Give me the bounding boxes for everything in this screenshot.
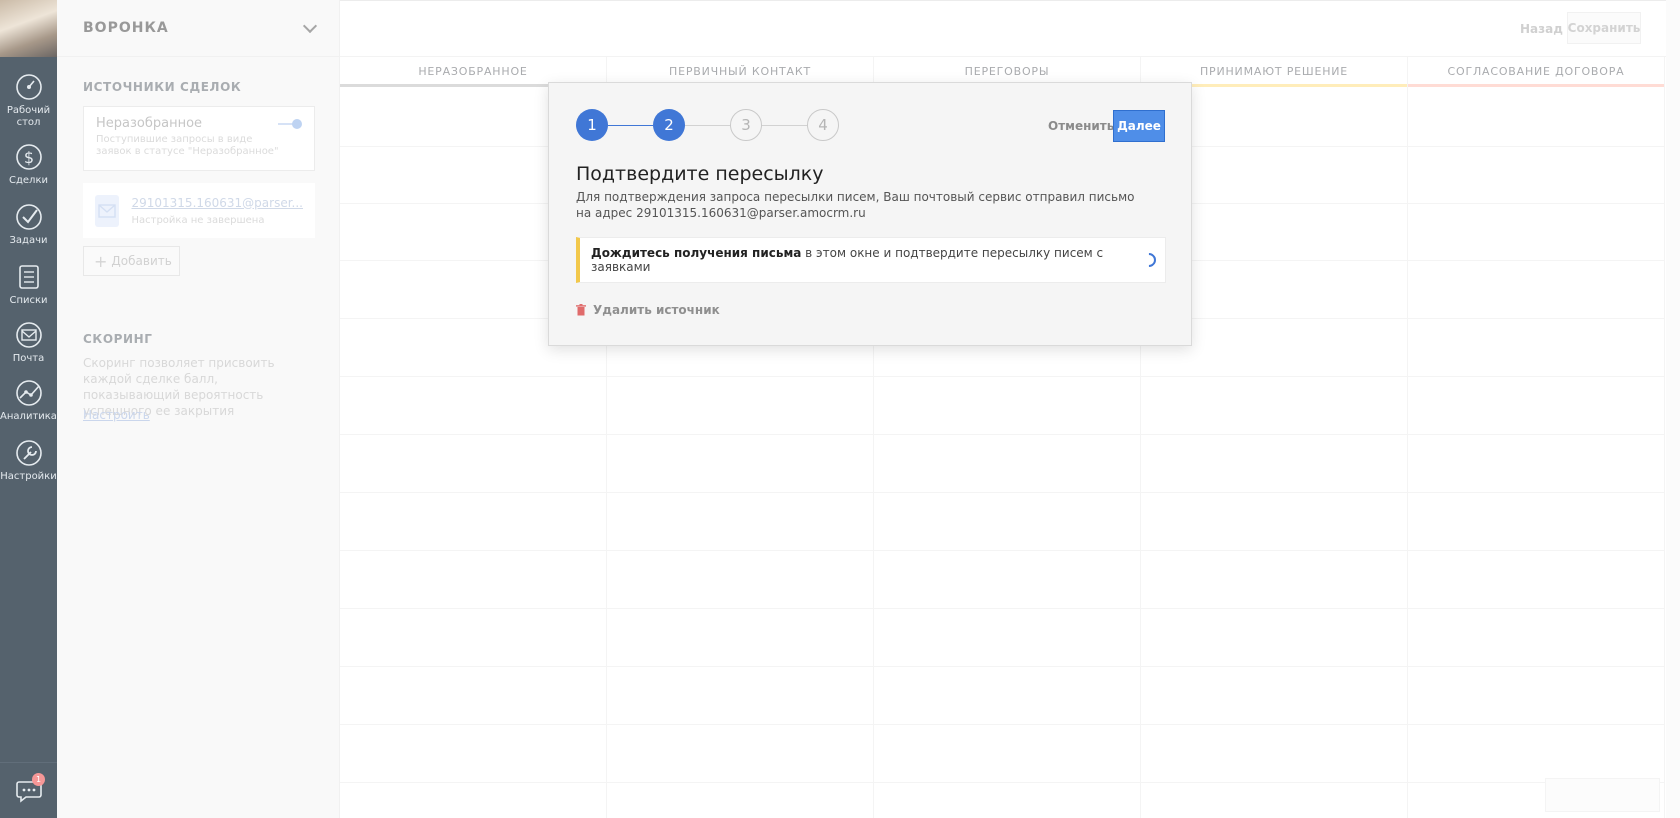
cancel-button[interactable]: Отменить bbox=[1048, 119, 1114, 133]
modal-description: Для подтверждения запроса пересылки писе… bbox=[576, 190, 1135, 220]
step-4: 4 bbox=[807, 109, 839, 141]
stepper: 1 2 3 4 bbox=[576, 109, 839, 141]
step-2: 2 bbox=[653, 109, 685, 141]
modal-title: Подтвердите пересылку bbox=[576, 163, 824, 185]
notice-bold: Дождитесь получения письма bbox=[591, 246, 802, 260]
next-button[interactable]: Далее bbox=[1113, 110, 1165, 142]
trash-icon bbox=[576, 304, 586, 316]
waiting-notice: Дождитесь получения письма в этом окне и… bbox=[576, 237, 1166, 283]
step-3: 3 bbox=[730, 109, 762, 141]
delete-source-label: Удалить источник bbox=[593, 303, 720, 317]
step-1: 1 bbox=[576, 109, 608, 141]
confirm-forwarding-modal: 1 2 3 4 Отменить Далее Подтвердите перес… bbox=[548, 82, 1192, 346]
delete-source-button[interactable]: Удалить источник bbox=[576, 303, 720, 317]
